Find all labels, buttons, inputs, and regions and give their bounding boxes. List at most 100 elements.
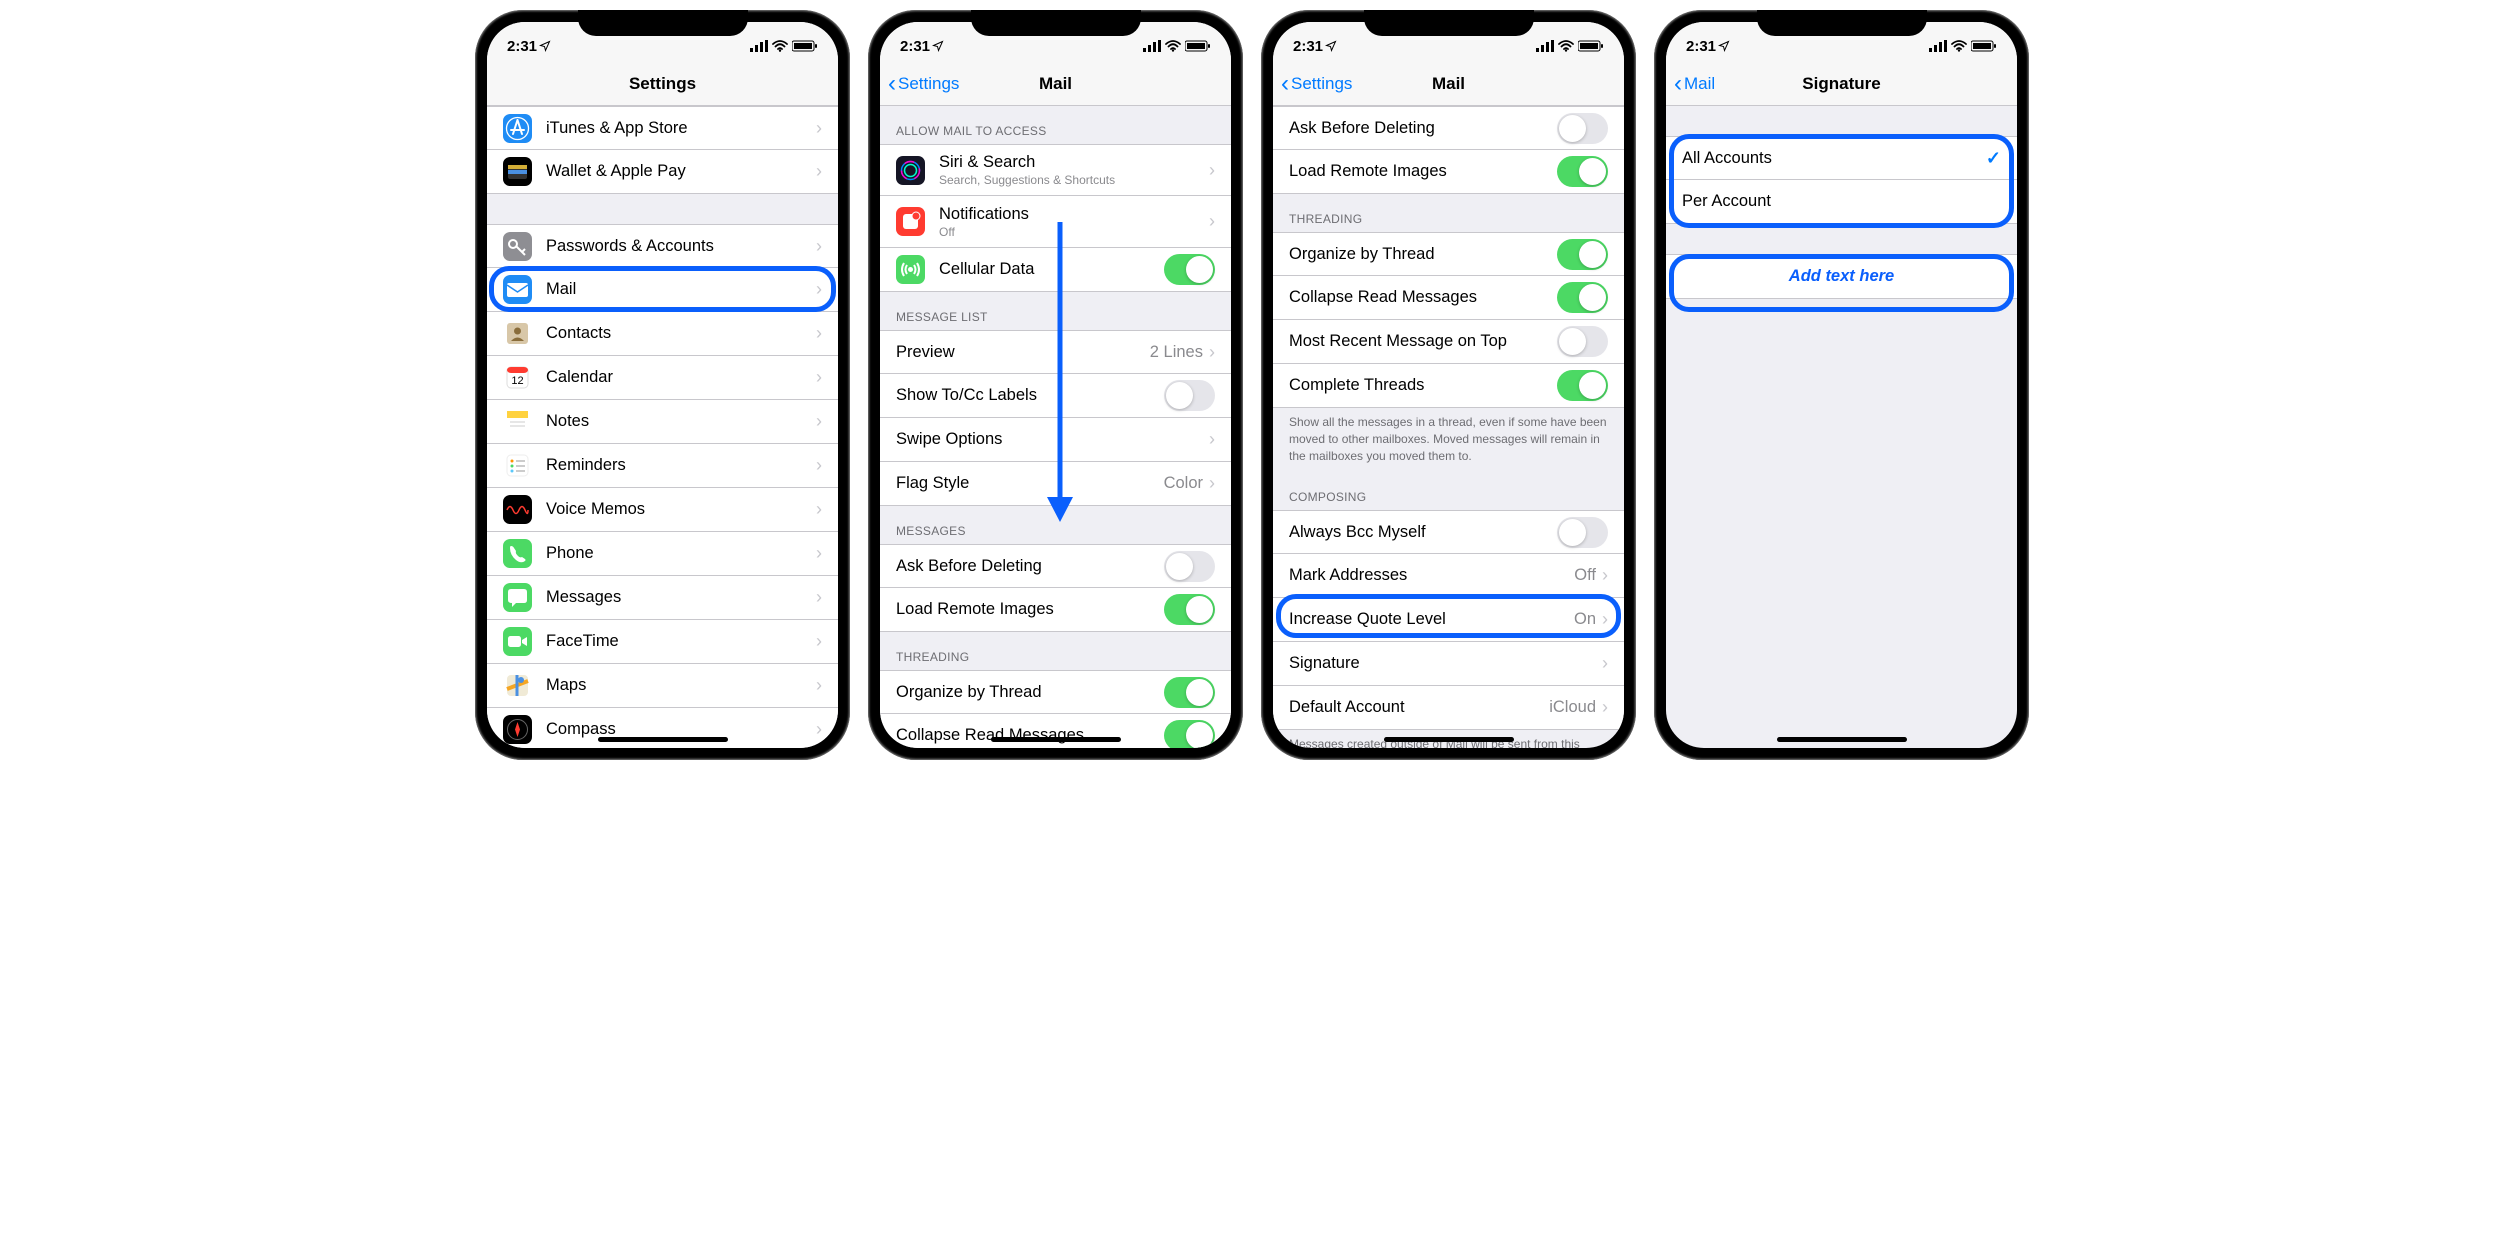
signal-icon xyxy=(1143,40,1161,52)
toggle-switch[interactable] xyxy=(1164,551,1215,582)
row-calendar[interactable]: 12Calendar› xyxy=(487,356,838,400)
toggle-switch[interactable] xyxy=(1557,517,1608,548)
toggle-switch[interactable] xyxy=(1164,677,1215,708)
row-signature[interactable]: Signature› xyxy=(1273,642,1624,686)
calendar-icon: 12 xyxy=(503,363,532,392)
row-compass[interactable]: Compass› xyxy=(487,708,838,748)
settings-list[interactable]: iTunes & App Store›Wallet & Apple Pay› Pa… xyxy=(487,106,838,748)
row-ask-before-deleting[interactable]: Ask Before Deleting xyxy=(880,544,1231,588)
back-button[interactable]: ‹ Settings xyxy=(1273,72,1352,96)
toggle-switch[interactable] xyxy=(1557,156,1608,187)
row-all-accounts[interactable]: All Accounts ✓ xyxy=(1666,136,2017,180)
location-icon xyxy=(539,40,551,52)
app-store-icon xyxy=(503,114,532,143)
row-notes[interactable]: Notes› xyxy=(487,400,838,444)
voice-icon xyxy=(503,495,532,524)
signature-settings: All Accounts ✓ Per Account Add text here xyxy=(1666,106,2017,748)
row-always-bcc-myself[interactable]: Always Bcc Myself xyxy=(1273,510,1624,554)
row-organize-by-thread[interactable]: Organize by Thread xyxy=(880,670,1231,714)
row-mail[interactable]: Mail› xyxy=(487,268,838,312)
row-reminders[interactable]: Reminders› xyxy=(487,444,838,488)
row-label: Ask Before Deleting xyxy=(896,557,1164,576)
row-facetime[interactable]: FaceTime› xyxy=(487,620,838,664)
messages-icon-slot xyxy=(503,583,532,612)
toggle-switch[interactable] xyxy=(1557,113,1608,144)
row-label: Ask Before Deleting xyxy=(1289,119,1557,138)
mail-settings-list[interactable]: ALLOW MAIL TO ACCESSSiri & SearchSearch,… xyxy=(880,106,1231,748)
row-label: Load Remote Images xyxy=(1289,162,1557,181)
row-collapse-read-messages[interactable]: Collapse Read Messages xyxy=(880,714,1231,748)
reminders-icon xyxy=(503,451,532,480)
phone-frame-1: 2:31 Settings iTunes & App Store›Wallet … xyxy=(475,10,850,760)
row-label: Organize by Thread xyxy=(896,683,1164,702)
back-button[interactable]: ‹ Mail xyxy=(1666,72,1715,96)
row-organize-by-thread[interactable]: Organize by Thread xyxy=(1273,232,1624,276)
row-swipe-options[interactable]: Swipe Options› xyxy=(880,418,1231,462)
row-cellular-data[interactable]: Cellular Data xyxy=(880,248,1231,292)
row-show-to-cc-labels[interactable]: Show To/Cc Labels xyxy=(880,374,1231,418)
mail-settings-list-scrolled[interactable]: Ask Before DeletingLoad Remote ImagesTHR… xyxy=(1273,106,1624,748)
chevron-right-icon: › xyxy=(1209,160,1215,181)
chevron-right-icon: › xyxy=(1602,609,1608,630)
screen-2: 2:31 ‹ Settings Mail ALLOW MAIL TO ACCES… xyxy=(880,22,1231,748)
row-maps[interactable]: Maps› xyxy=(487,664,838,708)
home-indicator[interactable] xyxy=(598,737,728,742)
row-load-remote-images[interactable]: Load Remote Images xyxy=(880,588,1231,632)
row-collapse-read-messages[interactable]: Collapse Read Messages xyxy=(1273,276,1624,320)
toggle-switch[interactable] xyxy=(1557,239,1608,270)
row-increase-quote-level[interactable]: Increase Quote LevelOn› xyxy=(1273,598,1624,642)
row-label: All Accounts xyxy=(1682,149,1986,168)
signature-text-field[interactable]: Add text here xyxy=(1666,254,2017,299)
row-load-remote-images[interactable]: Load Remote Images xyxy=(1273,150,1624,194)
toggle-switch[interactable] xyxy=(1164,720,1215,748)
row-complete-threads[interactable]: Complete Threads xyxy=(1273,364,1624,408)
row-passwords-accounts[interactable]: Passwords & Accounts› xyxy=(487,224,838,268)
wifi-icon xyxy=(1558,40,1574,52)
row-notifications[interactable]: NotificationsOff› xyxy=(880,196,1231,248)
row-contacts[interactable]: Contacts› xyxy=(487,312,838,356)
chevron-right-icon: › xyxy=(1602,653,1608,674)
battery-icon xyxy=(1578,40,1604,52)
messages-icon xyxy=(503,583,532,612)
row-most-recent-message-on-top[interactable]: Most Recent Message on Top xyxy=(1273,320,1624,364)
chevron-right-icon: › xyxy=(1602,697,1608,718)
row-messages[interactable]: Messages› xyxy=(487,576,838,620)
back-button[interactable]: ‹ Settings xyxy=(880,72,959,96)
row-label: Load Remote Images xyxy=(896,600,1164,619)
row-label: Flag Style xyxy=(896,474,1164,493)
wallet-icon-slot xyxy=(503,157,532,186)
voice-icon-slot xyxy=(503,495,532,524)
phone-frame-4: 2:31 ‹ Mail Signature All Accounts ✓ xyxy=(1654,10,2029,760)
home-indicator[interactable] xyxy=(991,737,1121,742)
toggle-switch[interactable] xyxy=(1164,594,1215,625)
row-flag-style[interactable]: Flag StyleColor› xyxy=(880,462,1231,506)
toggle-switch[interactable] xyxy=(1557,282,1608,313)
row-default-account[interactable]: Default AccountiCloud› xyxy=(1273,686,1624,730)
toggle-switch[interactable] xyxy=(1164,380,1215,411)
home-indicator[interactable] xyxy=(1777,737,1907,742)
toggle-switch[interactable] xyxy=(1557,370,1608,401)
row-mark-addresses[interactable]: Mark AddressesOff› xyxy=(1273,554,1624,598)
phone-frame-3: 2:31 ‹ Settings Mail Ask Before Deleting… xyxy=(1261,10,1636,760)
row-sublabel: Search, Suggestions & Shortcuts xyxy=(939,173,1209,187)
row-ask-before-deleting[interactable]: Ask Before Deleting xyxy=(1273,106,1624,150)
row-label: Wallet & Apple Pay xyxy=(546,162,816,181)
row-wallet-apple-pay[interactable]: Wallet & Apple Pay› xyxy=(487,150,838,194)
home-indicator[interactable] xyxy=(1384,737,1514,742)
row-preview[interactable]: Preview2 Lines› xyxy=(880,330,1231,374)
mail-icon-slot xyxy=(503,275,532,304)
row-voice-memos[interactable]: Voice Memos› xyxy=(487,488,838,532)
row-phone[interactable]: Phone› xyxy=(487,532,838,576)
row-itunes-app-store[interactable]: iTunes & App Store› xyxy=(487,106,838,150)
notif-icon-slot xyxy=(896,207,925,236)
battery-icon xyxy=(792,40,818,52)
maps-icon-slot xyxy=(503,671,532,700)
row-label: Voice Memos xyxy=(546,500,816,519)
toggle-switch[interactable] xyxy=(1164,254,1215,285)
row-value: Color xyxy=(1164,474,1203,493)
row-per-account[interactable]: Per Account xyxy=(1666,180,2017,224)
row-siri-search[interactable]: Siri & SearchSearch, Suggestions & Short… xyxy=(880,144,1231,196)
notif-icon xyxy=(896,207,925,236)
key-icon-slot xyxy=(503,232,532,261)
toggle-switch[interactable] xyxy=(1557,326,1608,357)
